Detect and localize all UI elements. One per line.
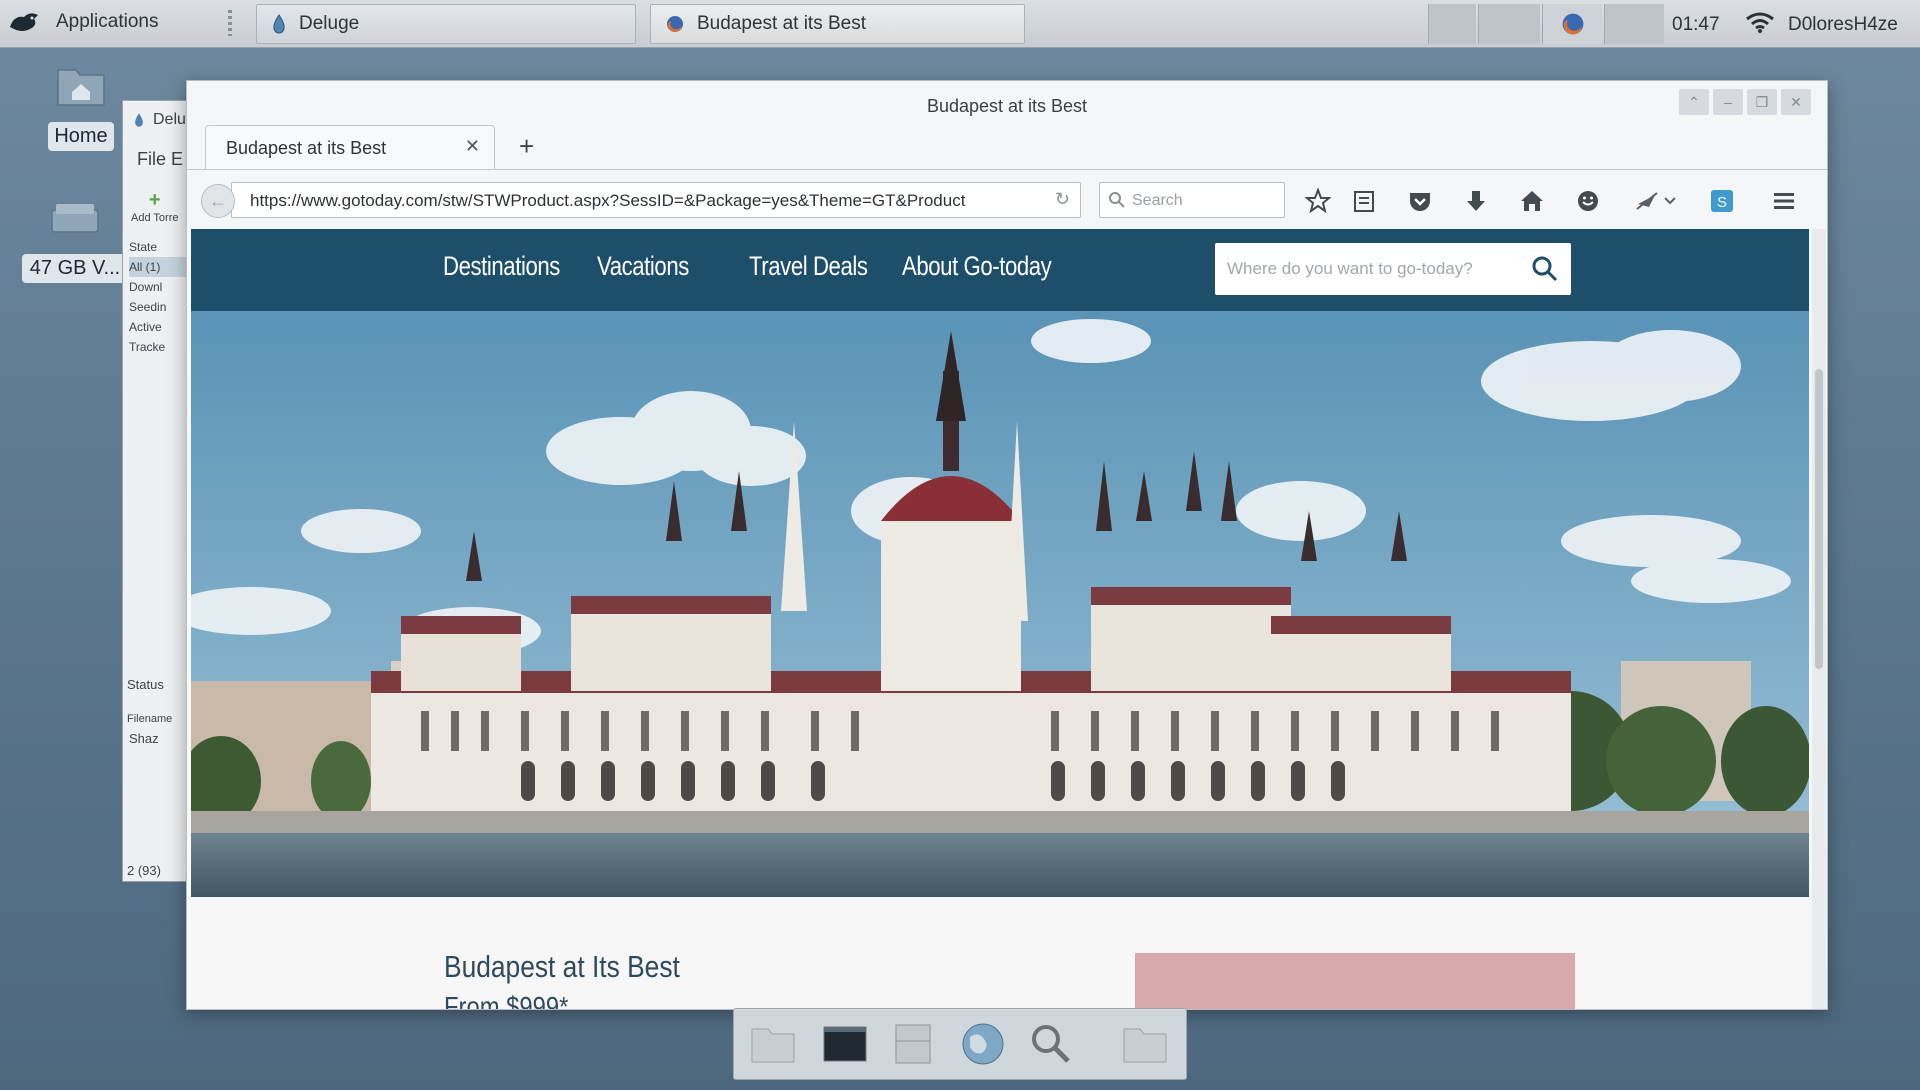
hero-image xyxy=(191,311,1809,897)
desktop-home-label: Home xyxy=(48,122,114,151)
firefox-icon xyxy=(667,16,683,33)
nav-travel-deals[interactable]: Travel Deals xyxy=(749,251,868,282)
clock[interactable]: 01:47 xyxy=(1672,14,1720,36)
scrollbar-thumb[interactable] xyxy=(1815,369,1823,669)
filter-item[interactable]: All (1) xyxy=(129,257,191,277)
reading-list-icon[interactable] xyxy=(1351,188,1377,214)
taskbar-firefox[interactable]: Budapest at its Best xyxy=(650,4,1025,44)
deluge-icon xyxy=(273,14,285,34)
deluge-title: Delu xyxy=(133,111,186,129)
folder-icon[interactable] xyxy=(1118,1017,1172,1071)
hamburger-menu-icon[interactable] xyxy=(1771,188,1797,214)
app-finder-icon[interactable] xyxy=(1024,1017,1078,1071)
desktop-drive-label: 47 GB V... xyxy=(21,254,129,283)
tab-label: Budapest at its Best xyxy=(226,138,387,158)
file-item[interactable]: Shaz xyxy=(129,731,159,746)
site-navbar: Destinations Vacations Travel Deals Abou… xyxy=(191,229,1809,311)
status-tab[interactable]: Status xyxy=(127,677,164,692)
tray-slot[interactable] xyxy=(1604,4,1664,44)
tab-budapest[interactable]: Budapest at its Best ✕ xyxy=(205,125,495,169)
show-desktop-icon[interactable] xyxy=(746,1017,800,1071)
hello-chat-icon[interactable] xyxy=(1575,188,1601,214)
close-tab-icon[interactable]: ✕ xyxy=(465,136,480,157)
page-content[interactable]: Destinations Vacations Travel Deals Abou… xyxy=(187,229,1809,1010)
bookmark-star-icon[interactable] xyxy=(1305,188,1331,214)
site-search-placeholder: Where do you want to go-today? xyxy=(1227,259,1473,278)
download-icon[interactable] xyxy=(1463,188,1489,214)
taskbar-firefox-label: Budapest at its Best xyxy=(697,13,866,34)
site-search-input[interactable]: Where do you want to go-today? xyxy=(1215,243,1571,295)
deluge-icon xyxy=(135,113,143,127)
username[interactable]: D0loresH4ze xyxy=(1788,14,1898,36)
skype-extension-icon[interactable]: S xyxy=(1709,188,1735,214)
parliament-photo xyxy=(191,311,1809,897)
nav-about[interactable]: About Go-today xyxy=(902,251,1052,282)
applications-menu[interactable]: Applications xyxy=(8,4,158,40)
svg-text:S: S xyxy=(1717,194,1727,211)
desktop-home[interactable]: Home xyxy=(40,62,122,151)
nav-vacations[interactable]: Vacations xyxy=(597,251,689,282)
web-browser-icon[interactable] xyxy=(956,1017,1010,1071)
deluge-title-text: Delu xyxy=(153,111,186,128)
home-folder-icon xyxy=(57,69,105,106)
filter-item[interactable]: State xyxy=(129,237,191,257)
minimize-button[interactable]: – xyxy=(1713,89,1743,115)
panel-separator xyxy=(228,10,232,36)
bottom-dock xyxy=(733,1008,1187,1080)
xfce-mouse-logo-icon xyxy=(10,13,38,31)
url-bar[interactable]: https://www.gotoday.com/stw/STWProduct.a… xyxy=(231,182,1081,218)
filter-item[interactable]: Downl xyxy=(129,277,191,297)
taskbar-deluge-label: Deluge xyxy=(299,13,360,34)
torrent-count: 2 (93) xyxy=(127,863,161,878)
pocket-icon[interactable] xyxy=(1407,188,1433,214)
vertical-scrollbar[interactable] xyxy=(1812,229,1826,1009)
drive-icon xyxy=(51,204,99,233)
desktop-drive[interactable]: 47 GB V... xyxy=(20,196,130,283)
filter-item[interactable]: Seedin xyxy=(129,297,191,317)
back-button[interactable]: ← xyxy=(201,184,235,218)
top-panel: Applications Deluge Budapest at its Best… xyxy=(0,0,1920,48)
window-title: Budapest at its Best xyxy=(926,96,1088,116)
tray-slot[interactable] xyxy=(1428,4,1476,44)
price-line: From $999* xyxy=(444,991,569,1010)
tray-firefox[interactable] xyxy=(1542,4,1602,44)
add-torrent-button[interactable]: + Add Torre xyxy=(131,189,179,224)
tracking-toggle-icon[interactable] xyxy=(1635,188,1677,214)
file-manager-icon[interactable] xyxy=(886,1017,940,1071)
firefox-icon xyxy=(1562,13,1584,35)
tray-slot[interactable] xyxy=(1478,4,1540,44)
add-torrent-label: Add Torre xyxy=(131,212,179,224)
search-icon[interactable] xyxy=(1531,255,1559,283)
nav-destinations[interactable]: Destinations xyxy=(443,251,560,282)
booking-panel[interactable] xyxy=(1135,953,1575,1009)
maximize-button[interactable]: ❐ xyxy=(1747,89,1777,115)
wifi-icon[interactable] xyxy=(1745,12,1775,34)
url-text: https://www.gotoday.com/stw/STWProduct.a… xyxy=(250,191,966,210)
window-controls: ⌃ – ❐ ✕ xyxy=(1679,89,1811,115)
search-icon xyxy=(1109,192,1125,208)
firefox-window[interactable]: Budapest at its Best ⌃ – ❐ ✕ Budapest at… xyxy=(186,80,1828,1010)
search-bar[interactable]: Search xyxy=(1099,182,1285,218)
new-tab-button[interactable]: + xyxy=(519,131,534,162)
applications-label: Applications xyxy=(56,11,159,32)
home-icon[interactable] xyxy=(1519,188,1545,214)
terminal-icon[interactable] xyxy=(818,1017,872,1071)
filter-item[interactable]: Tracke xyxy=(129,337,191,357)
taskbar-deluge[interactable]: Deluge xyxy=(256,4,636,44)
filename-header: Filename xyxy=(127,713,173,725)
add-icon: + xyxy=(148,189,161,211)
product-section: Budapest at Its Best From $999* xyxy=(191,897,1809,1010)
deluge-menubar[interactable]: File E xyxy=(137,149,183,170)
shade-button[interactable]: ⌃ xyxy=(1679,89,1709,115)
close-window-button[interactable]: ✕ xyxy=(1781,89,1811,115)
reload-icon[interactable]: ↻ xyxy=(1055,189,1070,210)
filter-tree[interactable]: State All (1) Downl Seedin Active Tracke xyxy=(129,237,191,357)
search-placeholder: Search xyxy=(1132,192,1183,209)
navigation-toolbar: https://www.gotoday.com/stw/STWProduct.a… xyxy=(187,169,1827,229)
filter-item[interactable]: Active xyxy=(129,317,191,337)
product-heading: Budapest at Its Best xyxy=(444,949,680,984)
deluge-window[interactable]: Delu File E + Add Torre State All (1) Do… xyxy=(122,100,192,882)
